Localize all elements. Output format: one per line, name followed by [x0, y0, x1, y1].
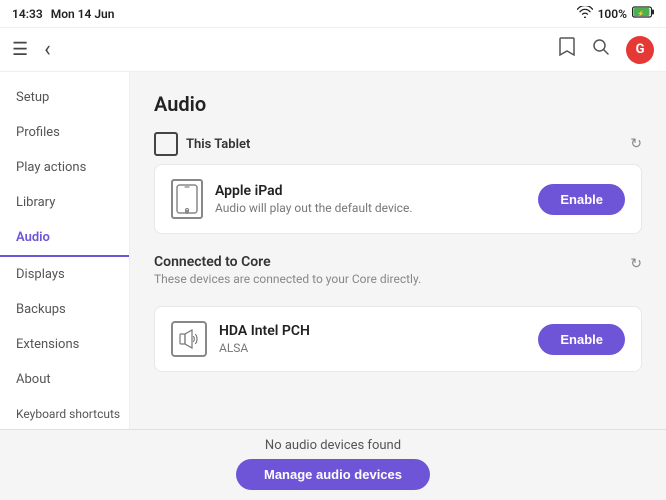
this-tablet-section-header: This Tablet ↻ [154, 132, 642, 156]
search-icon[interactable] [592, 38, 610, 61]
sidebar-item-displays[interactable]: Displays [0, 257, 129, 292]
sidebar-item-play-actions[interactable]: Play actions [0, 150, 129, 185]
ipad-subtitle: Audio will play out the default device. [215, 201, 412, 215]
sidebar-item-library[interactable]: Library [0, 185, 129, 220]
sidebar-item-backups[interactable]: Backups [0, 292, 129, 327]
ipad-device-info: Apple iPad Audio will play out the defau… [171, 179, 412, 219]
hda-name: HDA Intel PCH [219, 323, 310, 339]
sidebar-item-about[interactable]: About [0, 362, 129, 397]
connected-core-section: Connected to Core These devices are conn… [154, 254, 642, 372]
bottom-bar: No audio devices found Manage audio devi… [0, 429, 666, 500]
top-nav: ☰ ‹ G [0, 28, 666, 72]
ipad-device-icon [176, 184, 198, 214]
ipad-icon [171, 179, 203, 219]
ipad-enable-button[interactable]: Enable [538, 184, 625, 215]
connected-core-header: Connected to Core These devices are conn… [154, 254, 642, 298]
no-audio-text: No audio devices found [265, 438, 401, 453]
battery-percentage: 100% [598, 7, 627, 21]
tablet-icon [154, 132, 178, 156]
connected-core-subtitle: These devices are connected to your Core… [154, 272, 421, 286]
svg-text:⚡: ⚡ [637, 10, 644, 18]
this-tablet-title: This Tablet [154, 132, 250, 156]
tablet-refresh-icon[interactable]: ↻ [630, 136, 642, 152]
hda-enable-button[interactable]: Enable [538, 324, 625, 355]
date-display: Mon 14 Jun [51, 7, 115, 21]
status-bar: 14:33 Mon 14 Jun 100% ⚡ [0, 0, 666, 28]
connected-core-titles: Connected to Core These devices are conn… [154, 254, 421, 298]
sidebar-item-profiles[interactable]: Profiles [0, 115, 129, 150]
back-icon[interactable]: ‹ [44, 37, 51, 62]
ipad-text: Apple iPad Audio will play out the defau… [215, 183, 412, 215]
top-nav-left: ☰ ‹ [12, 37, 51, 62]
battery-icon: ⚡ [632, 6, 654, 21]
speaker-icon [171, 321, 207, 357]
wifi-icon [577, 6, 593, 21]
sidebar-item-keyboard-shortcuts[interactable]: Keyboard shortcuts [0, 397, 129, 431]
hda-text: HDA Intel PCH ALSA [219, 323, 310, 355]
status-right: 100% ⚡ [577, 6, 654, 21]
status-left: 14:33 Mon 14 Jun [12, 7, 114, 21]
connected-core-title: Connected to Core [154, 254, 421, 270]
time-display: 14:33 [12, 7, 43, 21]
core-refresh-icon[interactable]: ↻ [630, 256, 642, 272]
hda-subtitle: ALSA [219, 341, 310, 355]
manage-audio-devices-button[interactable]: Manage audio devices [236, 459, 430, 490]
avatar[interactable]: G [626, 36, 654, 64]
hamburger-menu-icon[interactable]: ☰ [12, 39, 28, 60]
sidebar-item-extensions[interactable]: Extensions [0, 327, 129, 362]
hda-device-info: HDA Intel PCH ALSA [171, 321, 310, 357]
ipad-name: Apple iPad [215, 183, 412, 199]
top-nav-right: G [558, 36, 654, 64]
hda-intel-card: HDA Intel PCH ALSA Enable [154, 306, 642, 372]
apple-ipad-card: Apple iPad Audio will play out the defau… [154, 164, 642, 234]
bookmark-icon[interactable] [558, 37, 576, 62]
sidebar-item-setup[interactable]: Setup [0, 80, 129, 115]
page-title: Audio [154, 92, 642, 116]
sidebar-item-audio[interactable]: Audio [0, 220, 129, 257]
